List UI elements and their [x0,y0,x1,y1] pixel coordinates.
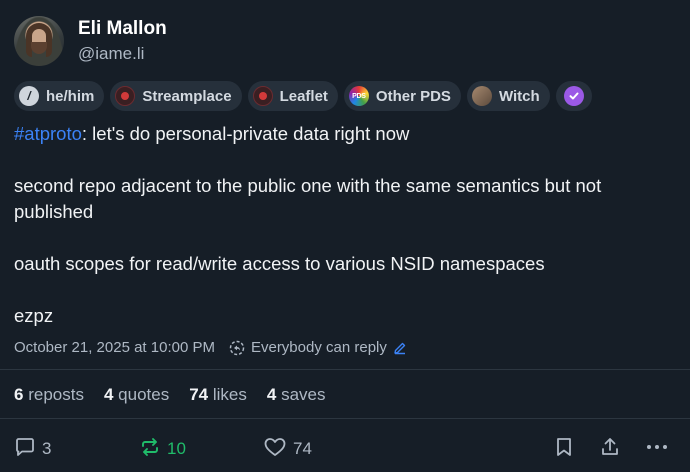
reply-button[interactable]: 3 [14,434,51,464]
hashtag-link[interactable]: #atproto [14,123,82,144]
leaflet-icon [252,86,273,106]
engagement-stats: 6 reposts 4 quotes 74 likes 4 saves [14,385,346,405]
reposts-stat[interactable]: 6 reposts [14,385,84,405]
likes-stat[interactable]: 74 likes [189,385,247,405]
profile-badges: / he/him Streamplace Leaflet PDS Other P… [14,81,592,111]
repost-count: 10 [167,439,186,458]
verified-check-icon [563,86,584,106]
post-paragraph: oauth scopes for read/write access to va… [14,253,545,274]
pronoun-icon: / [19,86,39,106]
post-paragraph: #atproto: let's do personal-private data… [14,121,684,147]
reply-count: 3 [42,439,52,458]
author-names: Eli Mallon @iame.li [78,17,167,66]
post-paragraph: ezpz [14,305,54,326]
post-meta: October 21, 2025 at 10:00 PM Everybody c… [14,339,407,356]
reply-setting-text[interactable]: Everybody can reply [251,339,387,356]
repost-icon [139,436,161,463]
share-button[interactable] [599,434,621,464]
witch-icon [471,86,492,106]
author-handle[interactable]: @iame.li [78,42,167,66]
like-button[interactable]: 74 [263,434,312,464]
badge-leaflet[interactable]: Leaflet [247,81,338,111]
pds-icon: PDS [348,86,369,106]
divider [0,369,690,370]
post-text: : let's do personal-private data right n… [81,123,410,144]
divider [0,418,690,419]
reply-settings-icon [229,340,245,356]
saves-stat[interactable]: 4 saves [267,385,326,405]
badge-verified[interactable] [555,81,592,111]
badge-pronouns[interactable]: / he/him [14,81,105,111]
badge-streamplace[interactable]: Streamplace [110,81,242,111]
bookmark-icon [554,436,574,463]
streamplace-icon [115,86,136,106]
badge-label: he/him [46,87,95,105]
avatar[interactable] [14,16,64,66]
more-icon [645,436,669,463]
badge-label: Streamplace [142,87,232,105]
post-header: Eli Mallon @iame.li [14,16,167,66]
reply-icon [14,436,36,463]
post-body: #atproto: let's do personal-private data… [14,121,684,329]
post-actions: 3 10 74 [0,434,690,464]
heart-icon [263,436,287,463]
badge-label: Witch [498,87,540,105]
post-timestamp[interactable]: October 21, 2025 at 10:00 PM [14,339,215,356]
share-icon [599,436,621,463]
like-count: 74 [293,439,312,458]
badge-witch[interactable]: Witch [466,81,550,111]
badge-label: Other PDS [375,87,451,105]
repost-button[interactable]: 10 [139,434,186,464]
edit-icon[interactable] [393,341,407,355]
badge-label: Leaflet [279,87,328,105]
more-options-button[interactable] [645,434,669,464]
bookmark-button[interactable] [554,434,574,464]
badge-other-pds[interactable]: PDS Other PDS [343,81,461,111]
quotes-stat[interactable]: 4 quotes [104,385,169,405]
post-paragraph: second repo adjacent to the public one w… [14,175,602,222]
author-display-name[interactable]: Eli Mallon [78,17,167,41]
